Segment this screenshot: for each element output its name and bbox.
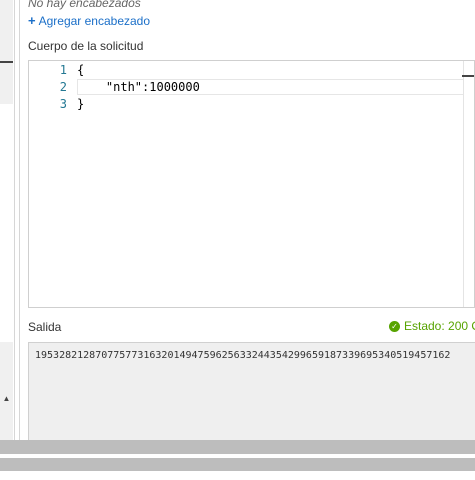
scroll-up-icon[interactable]: ▲: [0, 388, 13, 408]
code-line[interactable]: {: [77, 62, 84, 79]
add-header-link[interactable]: + Agregar encabezado: [28, 13, 150, 28]
editor-overview-marker: [462, 75, 474, 77]
check-circle-icon: ✓: [389, 320, 400, 332]
left-sidebar-strip: ▲: [0, 0, 15, 440]
code-line[interactable]: }: [77, 96, 84, 113]
plus-icon: +: [28, 13, 36, 28]
horizontal-scrollbar[interactable]: [0, 440, 475, 454]
editor-scrollbar[interactable]: [463, 61, 474, 307]
no-headers-text: No hay encabezados: [28, 0, 141, 10]
add-header-label: Agregar encabezado: [38, 13, 151, 28]
output-label: Salida: [28, 320, 62, 334]
code-line[interactable]: "nth":1000000: [77, 79, 200, 96]
status-badge: ✓ Estado: 200 O: [389, 319, 475, 333]
line-number: 2: [59, 80, 67, 94]
sidebar-divider: [0, 61, 13, 63]
line-number: 3: [59, 97, 67, 111]
line-number: 1: [59, 63, 67, 77]
request-body-editor[interactable]: 1 { 2 "nth":1000000 3 }: [28, 60, 475, 308]
horizontal-scrollbar[interactable]: [0, 458, 475, 471]
output-panel[interactable]: 1953282128707757731632014947596256332443…: [28, 342, 475, 440]
panel-divider: [19, 0, 20, 440]
request-body-label: Cuerpo de la solicitud: [28, 39, 144, 53]
status-text: Estado: 200 O: [404, 319, 475, 333]
output-text: 1953282128707757731632014947596256332443…: [35, 350, 451, 361]
sidebar-upper-panel: [0, 0, 13, 104]
